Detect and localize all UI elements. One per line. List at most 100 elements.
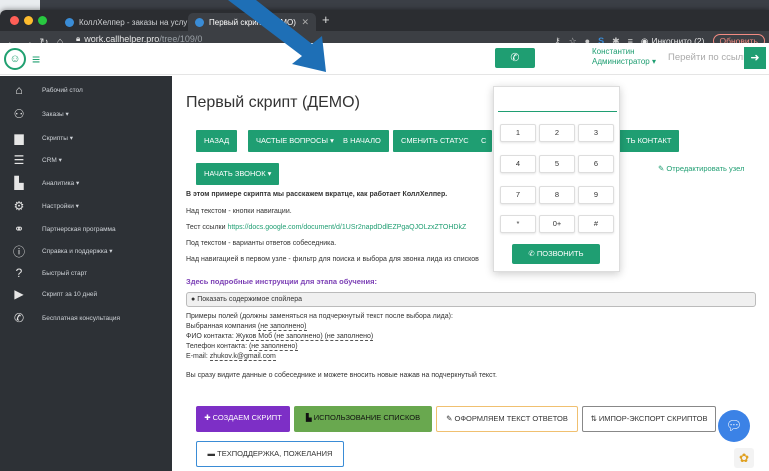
video-icon: ▶ (14, 287, 24, 301)
spoiler-label: Показать содержимое спойлера (197, 296, 303, 303)
answer-label: ОФОРМЛЯЕМ ТЕКСТ ОТВЕТОВ (454, 414, 568, 423)
call-button[interactable]: ✆ ПОЗВОНИТЬ (512, 244, 600, 264)
script-text-line: Над текстом - кнопки навигации. (186, 208, 292, 215)
dialpad-number-input[interactable] (498, 111, 617, 112)
dial-key[interactable]: 4 (500, 155, 536, 173)
goto-link-input[interactable]: Перейти по ссылке (668, 52, 753, 63)
field-value[interactable]: (не заполнено) (257, 323, 307, 331)
faq-button[interactable]: ЧАСТЫЕ ВОПРОСЫ ▾ (248, 130, 342, 152)
edit-node-link[interactable]: ✎ Отредактировать узел (658, 164, 744, 173)
dial-key[interactable]: 6 (578, 155, 614, 173)
goto-link-button[interactable]: ➜ (744, 47, 766, 69)
change-status-button[interactable]: СМЕНИТЬ СТАТУС (393, 130, 477, 152)
sidebar-item-partner[interactable]: ⚭ Партнерская программа (0, 219, 172, 239)
phone-dialpad-button[interactable]: ✆ (495, 48, 535, 68)
sidebar-item-orders[interactable]: ⚇ Заказы ▾ (0, 104, 172, 124)
field-value[interactable]: zhukov.k@gmail.com (209, 353, 276, 361)
callhelper-logo[interactable]: ☺ (4, 48, 26, 70)
minimize-window-icon[interactable] (24, 16, 33, 25)
user-role: Администратор ▾ (592, 57, 656, 66)
answer-using-lists[interactable]: ▙ ИСПОЛЬЗОВАНИЕ СПИСКОВ (294, 406, 432, 432)
edit-node-label: Отредактировать узел (666, 164, 745, 173)
sidebar-item-crm[interactable]: ☰ CRM ▾ (0, 150, 172, 170)
sidebar-item-settings[interactable]: ⚙ Настройки ▾ (0, 196, 172, 216)
favicon-icon (65, 17, 74, 27)
orders-icon: ⚇ (13, 107, 25, 121)
google-doc-link[interactable]: https://docs.google.com/document/d/1USr2… (227, 224, 466, 231)
sidebar-item-analytics[interactable]: ▙ Аналитика ▾ (0, 173, 172, 193)
sidebar-item-label: Справка и поддержка ▾ (42, 248, 113, 255)
tab-bar: КоллХелпер - заказы на услу ✕ Первый скр… (0, 10, 769, 31)
dial-key[interactable]: * (500, 215, 536, 233)
answer-label: СОЗДАЕМ СКРИПТ (212, 413, 282, 422)
fruit-widget-icon[interactable]: ✿ (734, 448, 754, 468)
answer-format-text[interactable]: ✎ ОФОРМЛЯЕМ ТЕКСТ ОТВЕТОВ (436, 406, 578, 432)
sidebar-item-script-10-days[interactable]: ▶ Скрипт за 10 дней (0, 284, 172, 304)
file-icon: ▙ (305, 413, 312, 422)
sidebar-item-label: Партнерская программа (42, 225, 116, 233)
sort-icon: ⇅ (590, 414, 597, 423)
field-label: Выбранная компания (186, 323, 258, 330)
spoiler-toggle[interactable]: ● Показать содержимое спойлера (186, 292, 756, 307)
sidebar-item-dashboard[interactable]: ⌂ Рабочий стол (0, 80, 172, 100)
sidebar-item-quick-start[interactable]: ? Быстрый старт (0, 263, 172, 283)
user-menu[interactable]: Константин Администратор ▾ (592, 47, 656, 67)
field-value[interactable]: (не заполнено) (248, 343, 298, 351)
back-button[interactable]: НАЗАД (196, 130, 238, 152)
phone-icon: ✆ (510, 52, 520, 64)
instructions-heading: Здесь подробные инструкции для этапа обу… (186, 277, 377, 286)
new-tab-icon[interactable]: + (322, 12, 330, 27)
answer-label: ИСПОЛЬЗОВАНИЕ СПИСКОВ (313, 413, 421, 422)
settings-icon: ⚙ (13, 199, 25, 213)
tab-label: Первый скрипт (ДЕМО) (209, 17, 296, 27)
field-phone: Телефон контакта: (не заполнено) (186, 343, 298, 351)
answer-label: ИМПОР-ЭКСПОРТ СКРИПТОВ (598, 414, 708, 423)
sidebar-item-help[interactable]: ⓘ Справка и поддержка ▾ (0, 241, 172, 261)
close-window-icon[interactable] (10, 16, 19, 25)
start-button[interactable]: В НАЧАЛО (335, 130, 389, 152)
sidebar-item-consultation[interactable]: ✆ Бесплатная консультация (0, 308, 172, 328)
dial-key[interactable]: # (578, 215, 614, 233)
analytics-icon: ▙ (14, 176, 24, 190)
maximize-window-icon[interactable] (38, 16, 47, 25)
sidebar-item-scripts[interactable]: ▆ Скрипты ▾ (0, 128, 172, 148)
dial-key[interactable]: 8 (539, 186, 575, 204)
script-text-line: Над навигацией в первом узле - фильтр дл… (186, 256, 479, 263)
window-controls (10, 16, 47, 25)
crm-icon: ☰ (13, 153, 25, 167)
answer-support[interactable]: ▬ ТЕХПОДДЕРЖКА, ПОЖЕЛАНИЯ (196, 441, 344, 467)
script-text-line: Тест ссылки https://docs.google.com/docu… (186, 224, 466, 231)
script-text-line: Под текстом - варианты ответов собеседни… (186, 240, 337, 247)
app-header: ☺ ≡ ✆ Константин Администратор ▾ Перейти… (0, 43, 769, 75)
dial-key[interactable]: 9 (578, 186, 614, 204)
sidebar-item-label: Заказы ▾ (42, 111, 69, 118)
dial-key[interactable]: 5 (539, 155, 575, 173)
dial-key[interactable]: 7 (500, 186, 536, 204)
field-contact-name: ФИО контакта: Жуков Моб (не заполнено) (… (186, 333, 374, 341)
spoiler-icon: ● (191, 296, 196, 303)
pencil-icon: ✎ (446, 414, 453, 423)
field-value[interactable]: Жуков Моб (не заполнено) (не заполнено) (235, 333, 374, 341)
sidebar: ⌂ Рабочий стол ⚇ Заказы ▾ ▆ Скрипты ▾ ☰ … (0, 76, 172, 471)
dial-key[interactable]: 3 (578, 124, 614, 142)
hidden-nav-button[interactable]: С (475, 130, 493, 152)
chat-icon: 💬︎ (725, 418, 743, 433)
script-text-line: В этом примере скрипта мы расскажем вкра… (186, 191, 447, 198)
field-label: E-mail: (186, 353, 210, 360)
close-tab-icon[interactable]: ✕ (301, 17, 309, 28)
tab-first-script[interactable]: Первый скрипт (ДЕМО) ✕ (188, 13, 316, 31)
call-label: ПОЗВОНИТЬ (536, 249, 584, 258)
menu-icon[interactable]: ≡ (32, 51, 40, 67)
answer-import-export[interactable]: ⇅ ИМПОР-ЭКСПОРТ СКРИПТОВ (582, 406, 716, 432)
tab-label: КоллХелпер - заказы на услу (79, 17, 188, 27)
dial-key[interactable]: 2 (539, 124, 575, 142)
phone-icon: ✆ (13, 311, 25, 325)
dial-key[interactable]: 1 (500, 124, 536, 142)
answer-create-script[interactable]: ✚ СОЗДАЕМ СКРИПТ (196, 406, 290, 432)
fields-intro: Примеры полей (должны заменяться на подч… (186, 313, 453, 320)
contact-button[interactable]: ТЬ КОНТАКТ (618, 130, 680, 152)
chat-widget-button[interactable]: 💬︎ (718, 410, 750, 442)
tab-callhelper-orders[interactable]: КоллХелпер - заказы на услу ✕ (58, 13, 207, 31)
start-call-button[interactable]: НАЧАТЬ ЗВОНОК ▾ (196, 163, 280, 185)
dial-key[interactable]: 0+ (539, 215, 575, 233)
